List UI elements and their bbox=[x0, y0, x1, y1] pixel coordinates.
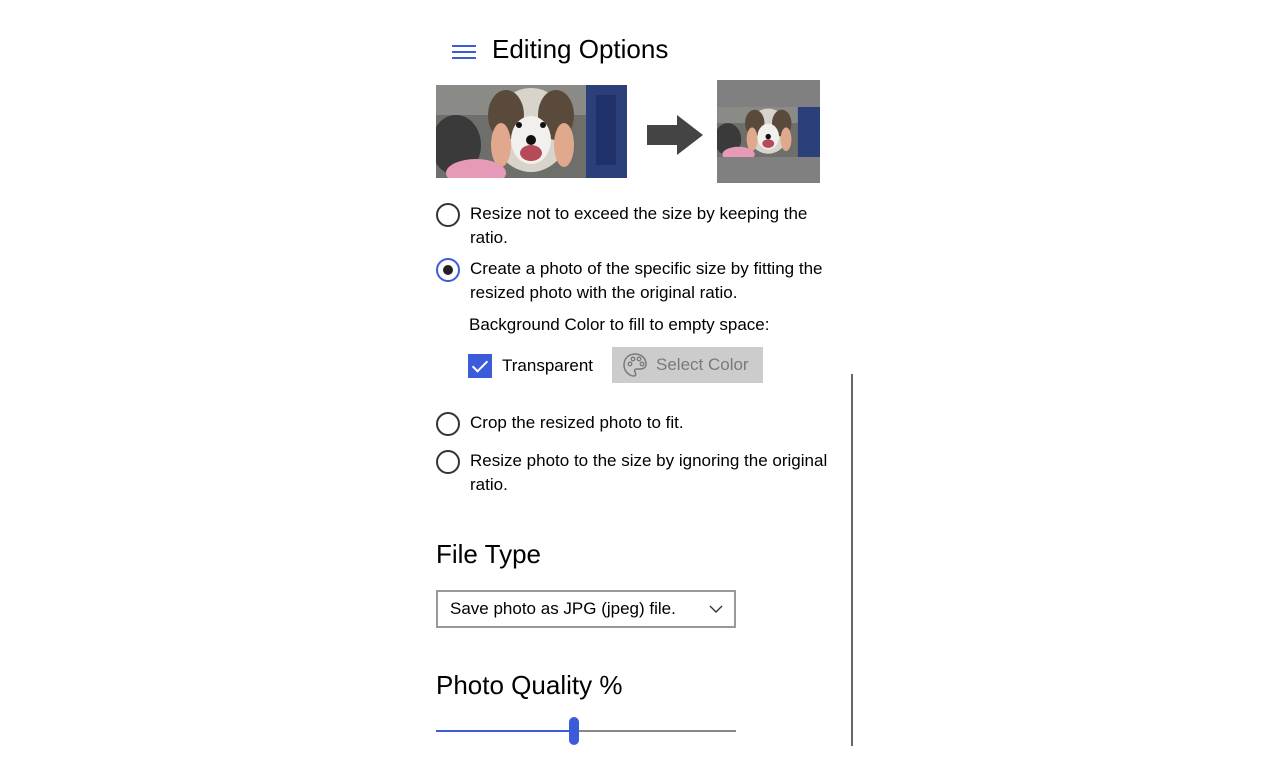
radio-button[interactable] bbox=[436, 412, 460, 436]
option-fit-specific-size[interactable]: Create a photo of the specific size by f… bbox=[436, 257, 830, 305]
photo-quality-heading: Photo Quality % bbox=[436, 670, 623, 700]
option-ignore-ratio[interactable]: Resize photo to the size by ignoring the… bbox=[436, 449, 830, 497]
chevron-down-icon bbox=[709, 605, 723, 613]
option-label: Resize not to exceed the size by keeping… bbox=[470, 204, 808, 247]
radio-button[interactable] bbox=[436, 450, 460, 474]
file-type-dropdown[interactable]: Save photo as JPG (jpeg) file. bbox=[436, 590, 736, 628]
option-crop-to-fit[interactable]: Crop the resized photo to fit. bbox=[436, 411, 830, 436]
option-resize-keep-ratio[interactable]: Resize not to exceed the size by keeping… bbox=[436, 202, 830, 250]
photo-quality-slider[interactable] bbox=[436, 716, 736, 746]
radio-button[interactable] bbox=[436, 203, 460, 227]
radio-button-selected[interactable] bbox=[436, 258, 460, 282]
result-photo-preview bbox=[717, 80, 820, 183]
palette-icon bbox=[623, 353, 647, 377]
file-type-heading: File Type bbox=[436, 539, 542, 569]
original-photo-preview bbox=[436, 85, 627, 178]
slider-thumb[interactable] bbox=[569, 717, 579, 745]
select-color-label: Select Color bbox=[656, 355, 749, 374]
vertical-scrollbar[interactable] bbox=[851, 374, 853, 746]
slider-fill bbox=[436, 730, 574, 732]
right-arrow-icon bbox=[645, 113, 705, 157]
background-color-label: Background Color to fill to empty space: bbox=[469, 315, 770, 334]
dropdown-selected-value: Save photo as JPG (jpeg) file. bbox=[450, 599, 676, 618]
transparent-label: Transparent bbox=[502, 356, 594, 375]
page-title: Editing Options bbox=[492, 34, 669, 64]
checkbox-checked-icon[interactable] bbox=[468, 354, 492, 378]
transparent-checkbox[interactable]: Transparent bbox=[468, 354, 593, 378]
option-label: Crop the resized photo to fit. bbox=[470, 413, 684, 432]
select-color-button[interactable]: Select Color bbox=[612, 347, 763, 383]
hamburger-menu-icon[interactable] bbox=[450, 40, 478, 64]
option-label: Create a photo of the specific size by f… bbox=[470, 259, 823, 302]
option-label: Resize photo to the size by ignoring the… bbox=[470, 451, 828, 494]
